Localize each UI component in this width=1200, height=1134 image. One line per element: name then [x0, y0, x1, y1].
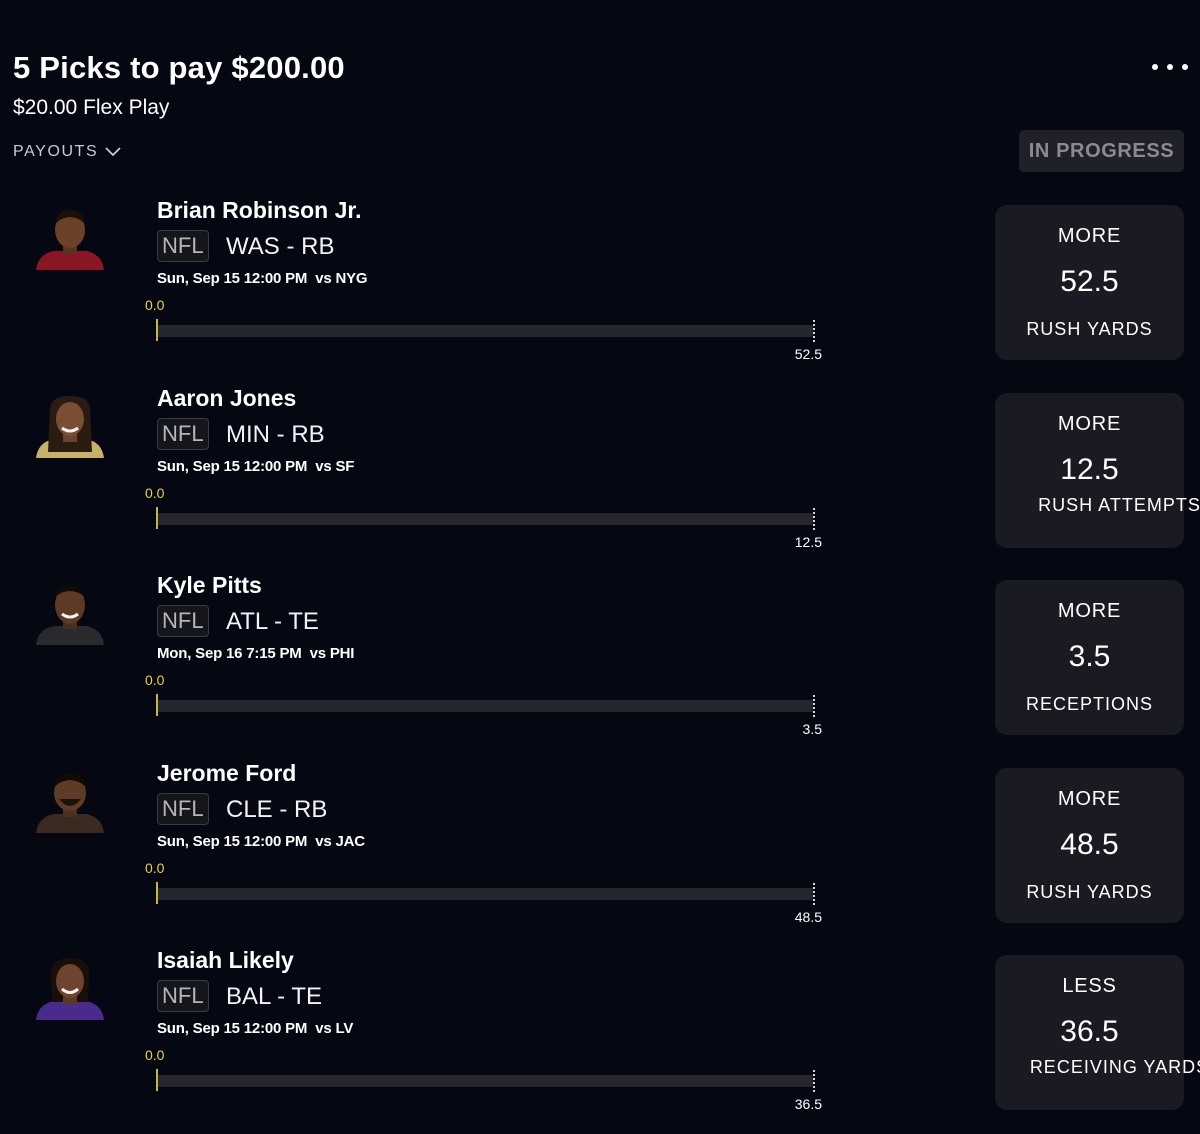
current-value: 0.0 — [145, 297, 165, 313]
team-position: CLE - RB — [226, 796, 328, 823]
pick-line-card[interactable]: MORE 52.5 RUSH YARDS — [995, 205, 1184, 360]
game-info: Sun, Sep 15 12:00 PM vs SF — [157, 458, 354, 476]
team-position: MIN - RB — [226, 421, 325, 448]
game-info: Sun, Sep 15 12:00 PM vs JAC — [157, 833, 365, 851]
opponent: vs JAC — [315, 833, 365, 850]
player-avatar — [32, 767, 108, 833]
target-value: 3.5 — [802, 721, 822, 737]
game-time: Mon, Sep 16 7:15 PM — [157, 645, 302, 662]
pick-direction: LESS — [1062, 975, 1117, 997]
pick-direction: MORE — [1057, 413, 1122, 435]
current-marker — [156, 507, 158, 529]
progress-bar — [157, 888, 813, 900]
current-value: 0.0 — [145, 672, 165, 688]
pick-line-value: 3.5 — [1068, 640, 1111, 673]
game-info: Mon, Sep 16 7:15 PM vs PHI — [157, 645, 354, 663]
pick-line-card[interactable]: MORE 48.5 RUSH YARDS — [995, 768, 1184, 923]
game-time: Sun, Sep 15 12:00 PM — [157, 270, 308, 287]
pick-stat-label: RUSH ATTEMPTS — [1038, 495, 1200, 515]
target-marker — [813, 1070, 815, 1092]
opponent: vs SF — [315, 458, 355, 475]
current-marker — [156, 319, 158, 341]
pick-stat-label: RUSH YARDS — [1026, 882, 1153, 902]
page-title: 5 Picks to pay $200.00 — [13, 50, 345, 85]
payouts-toggle[interactable]: PAYOUTS — [13, 142, 122, 162]
target-marker — [813, 508, 815, 530]
player-name: Kyle Pitts — [157, 572, 262, 598]
target-value: 48.5 — [794, 909, 822, 925]
opponent: vs LV — [315, 1020, 354, 1037]
player-name: Aaron Jones — [157, 385, 297, 411]
game-time: Sun, Sep 15 12:00 PM — [157, 1020, 308, 1037]
payouts-label: PAYOUTS — [13, 143, 99, 160]
player-avatar — [32, 954, 108, 1020]
progress-bar — [157, 700, 813, 712]
current-marker — [156, 694, 158, 716]
pick-direction: MORE — [1057, 600, 1122, 622]
target-marker — [813, 320, 815, 342]
current-value: 0.0 — [145, 1047, 165, 1063]
pick-stat-label: RUSH YARDS — [1026, 319, 1153, 339]
target-value: 52.5 — [794, 346, 822, 362]
pick-row: Kyle Pitts NFL ATL - TE Mon, Sep 16 7:15… — [0, 571, 1200, 759]
team-position: BAL - TE — [226, 983, 323, 1010]
game-info: Sun, Sep 15 12:00 PM vs NYG — [157, 270, 368, 288]
chevron-down-icon — [105, 147, 121, 157]
pick-stat-label: RECEIVING YARDS — [1029, 1057, 1200, 1077]
pick-line-card[interactable]: MORE 12.5 RUSH ATTEMPTS — [995, 393, 1200, 548]
pick-line-value: 48.5 — [1060, 828, 1119, 861]
player-avatar — [32, 204, 108, 270]
current-value: 0.0 — [145, 485, 165, 501]
player-avatar — [32, 579, 108, 645]
team-position: ATL - TE — [226, 608, 319, 635]
progress-bar — [157, 325, 813, 337]
target-value: 12.5 — [794, 534, 822, 550]
target-marker — [813, 883, 815, 905]
current-value: 0.0 — [145, 860, 165, 876]
player-name: Jerome Ford — [157, 760, 297, 786]
pick-line-value: 36.5 — [1060, 1015, 1119, 1048]
pick-row: Jerome Ford NFL CLE - RB Sun, Sep 15 12:… — [0, 759, 1200, 947]
status-badge: IN PROGRESS — [1019, 130, 1184, 172]
opponent: vs PHI — [309, 645, 355, 662]
league-badge: NFL — [157, 793, 209, 825]
game-info: Sun, Sep 15 12:00 PM vs LV — [157, 1020, 353, 1038]
more-options-icon[interactable] — [1152, 60, 1188, 74]
current-marker — [156, 1069, 158, 1091]
team-position: WAS - RB — [226, 233, 335, 260]
pick-stat-label: RECEPTIONS — [1025, 694, 1154, 714]
opponent: vs NYG — [315, 270, 368, 287]
progress-bar — [157, 513, 813, 525]
league-badge: NFL — [157, 230, 209, 262]
player-name: Brian Robinson Jr. — [157, 197, 362, 223]
game-time: Sun, Sep 15 12:00 PM — [157, 458, 308, 475]
league-badge: NFL — [157, 605, 209, 637]
progress-bar — [157, 1075, 813, 1087]
entry-subtitle: $20.00 Flex Play — [13, 96, 170, 119]
pick-line-card[interactable]: MORE 3.5 RECEPTIONS — [995, 580, 1184, 735]
pick-direction: MORE — [1057, 225, 1122, 247]
target-value: 36.5 — [794, 1096, 822, 1112]
pick-row: Brian Robinson Jr. NFL WAS - RB Sun, Sep… — [0, 196, 1200, 384]
pick-line-value: 52.5 — [1060, 265, 1119, 298]
pick-row: Isaiah Likely NFL BAL - TE Sun, Sep 15 1… — [0, 946, 1200, 1134]
player-avatar — [32, 392, 108, 458]
league-badge: NFL — [157, 418, 209, 450]
pick-line-card[interactable]: LESS 36.5 RECEIVING YARDS — [995, 955, 1200, 1110]
pick-row: Aaron Jones NFL MIN - RB Sun, Sep 15 12:… — [0, 384, 1200, 572]
game-time: Sun, Sep 15 12:00 PM — [157, 833, 308, 850]
player-name: Isaiah Likely — [157, 947, 294, 973]
pick-line-value: 12.5 — [1060, 453, 1119, 486]
pick-direction: MORE — [1057, 788, 1122, 810]
current-marker — [156, 882, 158, 904]
league-badge: NFL — [157, 980, 209, 1012]
target-marker — [813, 695, 815, 717]
